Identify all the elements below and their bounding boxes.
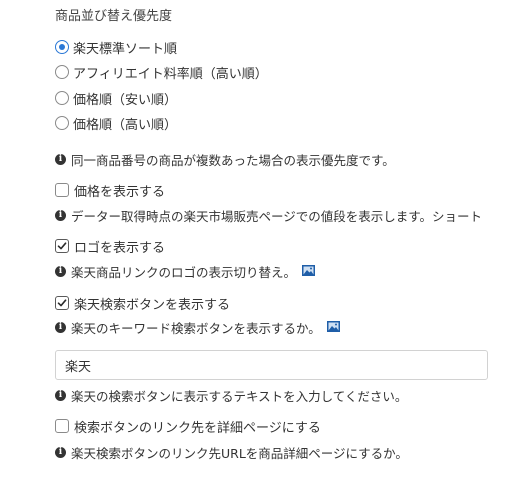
show-logo-help: i 楽天商品リンクのロゴの表示切り替え。 <box>55 262 316 280</box>
info-icon: i <box>55 209 66 221</box>
search-button-text-input[interactable] <box>55 350 488 380</box>
show-search-button-checkbox[interactable] <box>55 296 69 310</box>
show-logo-checkbox[interactable] <box>55 239 69 253</box>
search-button-text-help: i 楽天の検索ボタンに表示するテキストを入力してください。 <box>55 386 407 404</box>
radio-option-price-high[interactable]: 価格順（高い順） <box>55 113 177 133</box>
radio-option-affiliate-rate[interactable]: アフィリエイト料率順（高い順） <box>55 62 268 82</box>
checkbox-label: 楽天検索ボタンを表示する <box>74 297 231 313</box>
radio-label: 価格順（安い順） <box>73 92 178 108</box>
show-price-checkbox[interactable] <box>55 183 69 197</box>
help-text: 同一商品番号の商品が複数あった場合の表示優先度です。 <box>71 152 395 168</box>
radio-button[interactable] <box>55 116 69 130</box>
radio-button-checked[interactable] <box>55 40 69 54</box>
info-icon: i <box>55 446 66 458</box>
radio-option-rakuten-standard[interactable]: 楽天標準ソート順 <box>55 37 177 57</box>
help-text: 楽天検索ボタンのリンク先URLを商品詳細ページにするか。 <box>71 445 408 461</box>
checkbox-label: 検索ボタンのリンク先を詳細ページにする <box>74 420 321 436</box>
radio-option-price-low[interactable]: 価格順（安い順） <box>55 88 177 108</box>
checkbox-label: 価格を表示する <box>74 184 166 200</box>
radio-label: 価格順（高い順） <box>73 117 178 133</box>
checkbox-label: ロゴを表示する <box>74 240 166 256</box>
info-icon: i <box>55 265 66 277</box>
sort-priority-help: i 同一商品番号の商品が複数あった場合の表示優先度です。 <box>55 150 395 168</box>
image-icon[interactable] <box>326 320 340 335</box>
radio-label: アフィリエイト料率順（高い順） <box>73 66 268 82</box>
help-text: データー取得時点の楽天市場販売ページでの値段を表示します。ショート <box>71 208 483 224</box>
show-search-button-option[interactable]: 楽天検索ボタンを表示する <box>55 293 230 313</box>
sort-priority-title: 商品並び替え優先度 <box>55 9 173 24</box>
help-text: 楽天の検索ボタンに表示するテキストを入力してください。 <box>71 388 408 404</box>
show-search-button-help: i 楽天のキーワード検索ボタンを表示するか。 <box>55 318 340 336</box>
help-text: 楽天のキーワード検索ボタンを表示するか。 <box>71 320 321 336</box>
show-logo-option[interactable]: ロゴを表示する <box>55 236 165 256</box>
radio-label: 楽天標準ソート順 <box>73 41 178 57</box>
check-mark-icon <box>57 242 67 250</box>
image-icon[interactable] <box>302 264 316 279</box>
search-link-detail-option[interactable]: 検索ボタンのリンク先を詳細ページにする <box>55 416 321 436</box>
show-price-option[interactable]: 価格を表示する <box>55 180 165 200</box>
search-link-detail-checkbox[interactable] <box>55 419 69 433</box>
info-icon: i <box>55 389 66 401</box>
info-icon: i <box>55 321 66 333</box>
help-text: 楽天商品リンクのロゴの表示切り替え。 <box>71 264 297 280</box>
search-link-detail-help: i 楽天検索ボタンのリンク先URLを商品詳細ページにするか。 <box>55 443 408 461</box>
show-price-help: i データー取得時点の楽天市場販売ページでの値段を表示します。ショート <box>55 206 482 224</box>
radio-button[interactable] <box>55 91 69 105</box>
info-icon: i <box>55 153 66 165</box>
check-mark-icon <box>57 299 67 307</box>
radio-button[interactable] <box>55 65 69 79</box>
